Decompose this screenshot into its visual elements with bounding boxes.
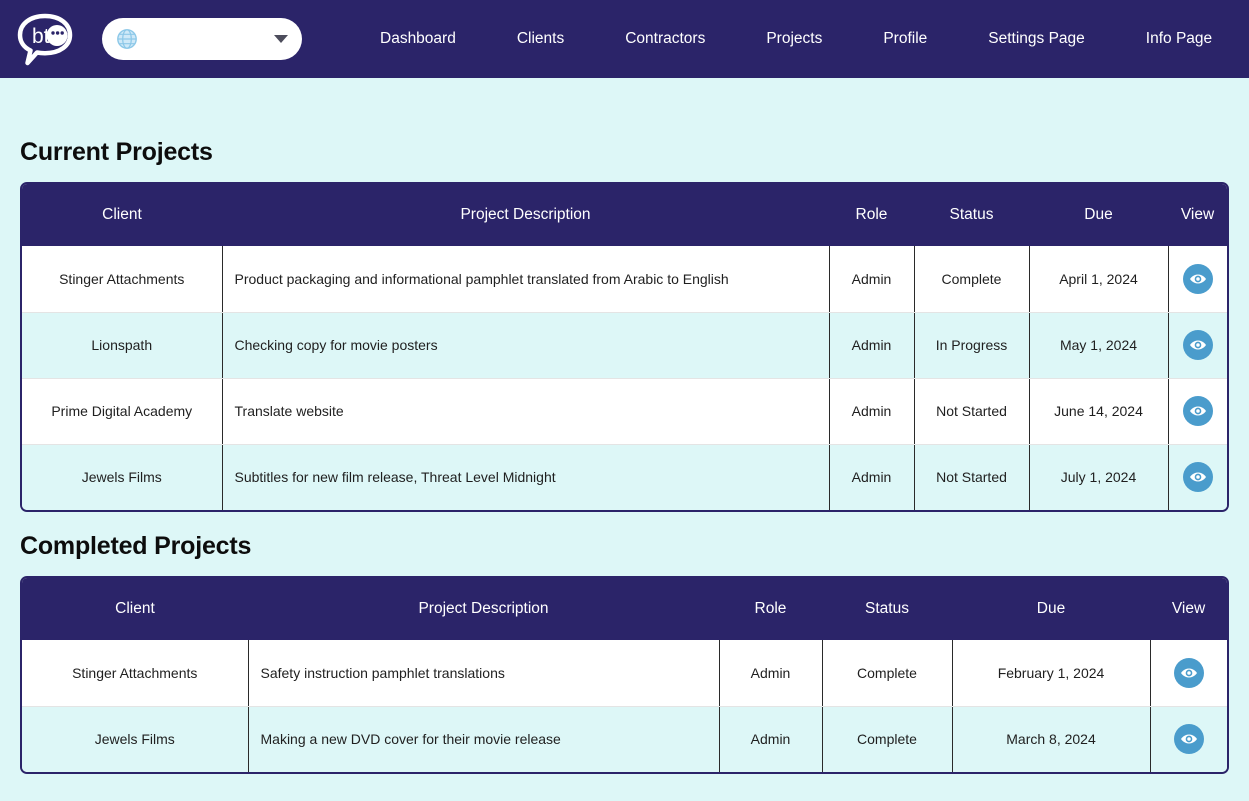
cell-view — [1150, 640, 1227, 707]
cell-role: Admin — [719, 706, 823, 772]
cell-view — [1168, 312, 1227, 379]
view-project-button[interactable] — [1182, 330, 1213, 360]
cell-view — [1168, 378, 1227, 445]
current-projects-title: Current Projects — [20, 138, 213, 166]
column-header-status[interactable]: Status — [822, 578, 952, 640]
view-project-button[interactable] — [1182, 462, 1213, 493]
cell-client: Stinger Attachments — [22, 640, 249, 707]
nav-link-clients[interactable]: Clients — [517, 24, 564, 54]
eye-icon — [1180, 668, 1197, 678]
nav-link-settings-page[interactable]: Settings Page — [988, 24, 1085, 54]
nav-link-contractors[interactable]: Contractors — [625, 24, 705, 54]
column-header-status[interactable]: Status — [914, 184, 1029, 246]
chevron-down-icon[interactable] — [274, 35, 288, 43]
column-header-client[interactable]: Client — [22, 578, 248, 640]
nav-link-projects[interactable]: Projects — [766, 24, 822, 54]
nav-link-profile[interactable]: Profile — [883, 24, 927, 54]
cell-view — [1168, 444, 1227, 510]
table-row: Stinger Attachments Safety instruction p… — [22, 640, 1227, 707]
view-project-button[interactable] — [1182, 263, 1213, 294]
column-header-client[interactable]: Client — [22, 184, 222, 246]
cell-due: May 1, 2024 — [1029, 312, 1169, 379]
cell-description: Subtitles for new film release, Threat L… — [222, 444, 830, 510]
completed-projects-table-body: Stinger Attachments Safety instruction p… — [22, 640, 1227, 772]
cell-due: March 8, 2024 — [952, 706, 1151, 772]
view-project-button[interactable] — [1173, 657, 1204, 688]
eye-icon — [1180, 734, 1197, 744]
cell-role: Admin — [829, 378, 915, 445]
cell-view — [1168, 246, 1227, 313]
current-projects-table-body: Stinger Attachments Product packaging an… — [22, 246, 1227, 510]
cell-due: February 1, 2024 — [952, 640, 1151, 707]
current-projects-table-container: Client Project Description Role Status D… — [20, 182, 1229, 512]
table-row: Stinger Attachments Product packaging an… — [22, 246, 1227, 313]
view-project-button[interactable] — [1182, 396, 1213, 426]
cell-status: In Progress — [914, 312, 1030, 379]
cell-status: Not Started — [914, 378, 1030, 445]
cell-status: Not Started — [914, 444, 1030, 510]
cell-due: April 1, 2024 — [1029, 246, 1169, 313]
main-content: Current Projects Client Project Descript… — [0, 78, 1249, 774]
table-row: Lionspath Checking copy for movie poster… — [22, 312, 1227, 379]
language-select[interactable] — [102, 18, 302, 60]
column-header-role[interactable]: Role — [719, 578, 822, 640]
column-header-due[interactable]: Due — [1029, 184, 1168, 246]
current-projects-table: Client Project Description Role Status D… — [22, 184, 1227, 510]
table-header-row: Client Project Description Role Status D… — [22, 184, 1227, 246]
cell-description: Translate website — [222, 378, 830, 445]
completed-projects-table-container: Client Project Description Role Status D… — [20, 576, 1229, 774]
eye-icon — [1189, 472, 1206, 482]
table-row: Jewels Films Making a new DVD cover for … — [22, 706, 1227, 772]
cell-due: June 14, 2024 — [1029, 378, 1169, 445]
cell-role: Admin — [829, 246, 915, 313]
nav-link-info-page[interactable]: Info Page — [1146, 24, 1212, 54]
svg-text:bt: bt — [32, 25, 50, 48]
column-header-view[interactable]: View — [1168, 184, 1227, 246]
cell-status: Complete — [822, 640, 953, 707]
cell-client: Prime Digital Academy — [22, 378, 223, 445]
cell-role: Admin — [829, 444, 915, 510]
cell-client: Jewels Films — [22, 444, 223, 510]
cell-role: Admin — [829, 312, 915, 379]
eye-icon — [1189, 274, 1206, 284]
top-navigation-bar: bt Dashboard Clients Contractors Project… — [0, 0, 1249, 78]
cell-client: Jewels Films — [22, 706, 249, 772]
cell-client: Stinger Attachments — [22, 246, 223, 313]
completed-projects-title: Completed Projects — [20, 532, 252, 560]
cell-status: Complete — [914, 246, 1030, 313]
column-header-description[interactable]: Project Description — [222, 184, 829, 246]
table-row: Prime Digital Academy Translate website … — [22, 378, 1227, 445]
cell-due: July 1, 2024 — [1029, 444, 1169, 510]
completed-projects-table-head: Client Project Description Role Status D… — [22, 578, 1227, 640]
column-header-description[interactable]: Project Description — [248, 578, 719, 640]
nav-links: Dashboard Clients Contractors Projects P… — [380, 24, 1249, 54]
cell-description: Checking copy for movie posters — [222, 312, 830, 379]
globe-icon — [116, 28, 138, 50]
table-row: Jewels Films Subtitles for new film rele… — [22, 444, 1227, 510]
cell-view — [1150, 706, 1227, 772]
completed-projects-table: Client Project Description Role Status D… — [22, 578, 1227, 772]
eye-icon — [1189, 340, 1206, 350]
cell-description: Safety instruction pamphlet translations — [248, 640, 720, 707]
column-header-role[interactable]: Role — [829, 184, 914, 246]
view-project-button[interactable] — [1173, 724, 1204, 755]
nav-link-dashboard[interactable]: Dashboard — [380, 24, 456, 54]
table-header-row: Client Project Description Role Status D… — [22, 578, 1227, 640]
cell-role: Admin — [719, 640, 823, 707]
btt-speech-bubble-logo[interactable]: bt — [14, 8, 76, 70]
cell-description: Making a new DVD cover for their movie r… — [248, 706, 720, 772]
cell-status: Complete — [822, 706, 953, 772]
column-header-view[interactable]: View — [1150, 578, 1227, 640]
column-header-due[interactable]: Due — [952, 578, 1150, 640]
eye-icon — [1189, 406, 1206, 416]
cell-client: Lionspath — [22, 312, 223, 379]
cell-description: Product packaging and informational pamp… — [222, 246, 830, 313]
current-projects-table-head: Client Project Description Role Status D… — [22, 184, 1227, 246]
